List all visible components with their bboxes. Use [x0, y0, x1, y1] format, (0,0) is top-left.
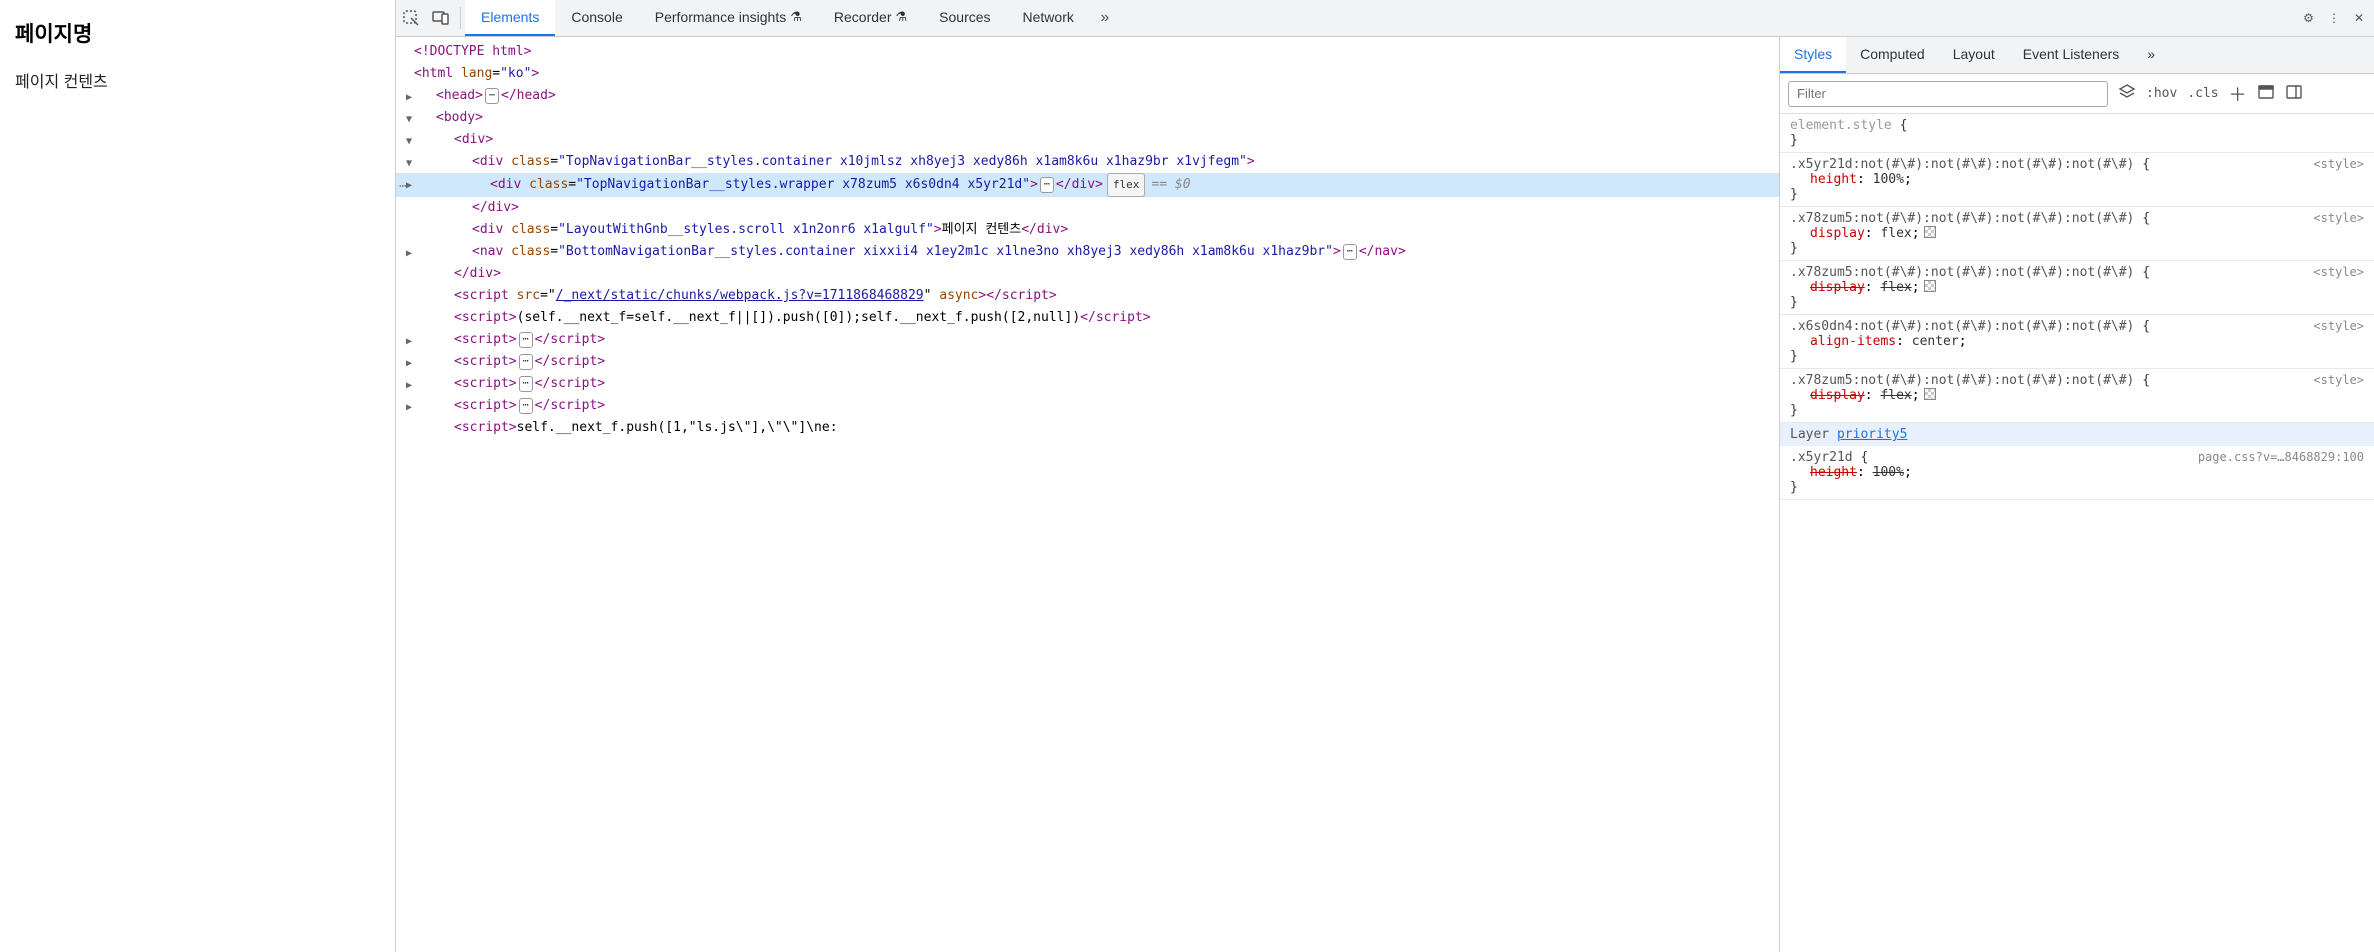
- ellipsis-badge[interactable]: ⋯: [485, 88, 499, 104]
- styles-rules[interactable]: element.style { } <style> .x5yr21d:not(#…: [1780, 114, 2374, 952]
- flex-swatch-icon[interactable]: [1924, 280, 1936, 292]
- flask-icon: ⚗: [790, 9, 802, 25]
- dom-node[interactable]: ▶<script>⋯</script>: [396, 395, 1779, 417]
- inspect-element-icon[interactable]: [396, 9, 426, 27]
- dom-node[interactable]: <html lang="ko">: [396, 63, 1779, 85]
- devtools-toolbar: Elements Console Performance insights⚗ R…: [396, 0, 2374, 37]
- style-rule[interactable]: <style> .x78zum5:not(#\#):not(#\#):not(#…: [1780, 207, 2374, 261]
- expand-arrow-icon[interactable]: ▶: [406, 175, 416, 197]
- tab-network[interactable]: Network: [1007, 0, 1090, 36]
- collapse-arrow-icon[interactable]: ▼: [406, 131, 416, 153]
- collapse-arrow-icon[interactable]: ▼: [406, 109, 416, 131]
- expand-arrow-icon[interactable]: ▶: [406, 331, 416, 353]
- styles-filter-input[interactable]: [1788, 81, 2108, 107]
- flex-swatch-icon[interactable]: [1924, 226, 1936, 238]
- computed-styles-sidebar-icon[interactable]: [2257, 83, 2275, 104]
- dom-node[interactable]: ▶<head>⋯</head>: [396, 85, 1779, 107]
- style-rule[interactable]: element.style { }: [1780, 114, 2374, 153]
- page-content-text: 페이지 컨텐츠: [15, 68, 380, 92]
- rule-source-link[interactable]: <style>: [2313, 265, 2364, 279]
- stab-styles[interactable]: Styles: [1780, 37, 1846, 73]
- dom-node[interactable]: </div>: [396, 263, 1779, 285]
- expand-arrow-icon[interactable]: ▶: [406, 375, 416, 397]
- more-tabs-icon[interactable]: »: [1090, 9, 1120, 27]
- tab-recorder[interactable]: Recorder⚗: [818, 0, 923, 36]
- expand-arrow-icon[interactable]: ▶: [406, 353, 416, 375]
- tab-performance-insights[interactable]: Performance insights⚗: [639, 0, 818, 36]
- dom-node[interactable]: </div>: [396, 197, 1779, 219]
- ellipsis-badge[interactable]: ⋯: [1040, 177, 1054, 193]
- styles-tabbar: Styles Computed Layout Event Listeners »: [1780, 37, 2374, 74]
- layer-link[interactable]: priority5: [1837, 427, 1907, 442]
- expand-arrow-icon[interactable]: ▶: [406, 243, 416, 265]
- dom-node[interactable]: <!DOCTYPE html>: [396, 41, 1779, 63]
- flask-icon: ⚗: [896, 9, 908, 25]
- page-title: 페이지명: [15, 18, 380, 48]
- stab-event-listeners[interactable]: Event Listeners: [2009, 37, 2134, 73]
- page-viewport: 페이지명 페이지 컨텐츠: [0, 0, 395, 952]
- layer-row[interactable]: Layer priority5: [1780, 423, 2374, 446]
- dom-node[interactable]: ▼<div class="TopNavigationBar__styles.co…: [396, 151, 1779, 173]
- ellipsis-badge[interactable]: ⋯: [1343, 244, 1357, 260]
- cls-toggle[interactable]: .cls: [2187, 86, 2218, 101]
- tab-sources[interactable]: Sources: [923, 0, 1006, 36]
- device-toolbar-icon[interactable]: [426, 9, 456, 27]
- rule-source-link[interactable]: page.css?v=…8468829:100: [2198, 450, 2364, 464]
- eq-dollar-zero: == $0: [1151, 177, 1190, 192]
- dom-node[interactable]: ▶<script>⋯</script>: [396, 373, 1779, 395]
- collapse-arrow-icon[interactable]: ▼: [406, 153, 416, 175]
- dom-node[interactable]: ▼<body>: [396, 107, 1779, 129]
- toggle-sidebar-icon[interactable]: [2285, 83, 2303, 104]
- close-icon[interactable]: ✕: [2354, 11, 2364, 25]
- style-rule[interactable]: <style> .x78zum5:not(#\#):not(#\#):not(#…: [1780, 261, 2374, 315]
- hov-toggle[interactable]: :hov: [2146, 86, 2177, 101]
- rule-source-link[interactable]: <style>: [2313, 211, 2364, 225]
- dom-node[interactable]: ▼<div>: [396, 129, 1779, 151]
- flex-badge[interactable]: flex: [1107, 173, 1146, 197]
- kebab-menu-icon[interactable]: ⋮: [2328, 11, 2340, 25]
- dom-node[interactable]: <script>self.__next_f.push([1,"ls.js\"],…: [396, 417, 1779, 439]
- dom-node[interactable]: <script>(self.__next_f=self.__next_f||[]…: [396, 307, 1779, 329]
- stab-computed[interactable]: Computed: [1846, 37, 1939, 73]
- styles-panel: Styles Computed Layout Event Listeners »…: [1779, 37, 2374, 952]
- style-rule[interactable]: <style> .x5yr21d:not(#\#):not(#\#):not(#…: [1780, 153, 2374, 207]
- rule-source-link[interactable]: <style>: [2313, 157, 2364, 171]
- ellipsis-badge[interactable]: ⋯: [519, 354, 533, 370]
- ellipsis-badge[interactable]: ⋯: [519, 376, 533, 392]
- dom-node[interactable]: <div class="LayoutWithGnb__styles.scroll…: [396, 219, 1779, 241]
- new-style-rule-icon[interactable]: ＋: [2229, 81, 2247, 107]
- flex-swatch-icon[interactable]: [1924, 388, 1936, 400]
- rule-source-link[interactable]: <style>: [2313, 373, 2364, 387]
- dom-node[interactable]: ▶<nav class="BottomNavigationBar__styles…: [396, 241, 1779, 263]
- dom-node[interactable]: <script src="/_next/static/chunks/webpac…: [396, 285, 1779, 307]
- style-rule[interactable]: page.css?v=…8468829:100 .x5yr21d { heigh…: [1780, 446, 2374, 500]
- styles-toolbar: :hov .cls ＋: [1780, 74, 2374, 114]
- style-rule[interactable]: <style> .x6s0dn4:not(#\#):not(#\#):not(#…: [1780, 315, 2374, 369]
- devtools: Elements Console Performance insights⚗ R…: [395, 0, 2374, 952]
- more-tabs-icon[interactable]: »: [2133, 37, 2169, 73]
- dom-node[interactable]: ▶<script>⋯</script>: [396, 351, 1779, 373]
- gear-icon[interactable]: ⚙: [2303, 11, 2314, 25]
- style-rule[interactable]: <style> .x78zum5:not(#\#):not(#\#):not(#…: [1780, 369, 2374, 423]
- tab-console[interactable]: Console: [555, 0, 638, 36]
- stab-layout[interactable]: Layout: [1939, 37, 2009, 73]
- expand-arrow-icon[interactable]: ▶: [406, 87, 416, 109]
- dom-node-selected[interactable]: ⋯▶<div class="TopNavigationBar__styles.w…: [396, 173, 1779, 197]
- script-src-link[interactable]: /_next/static/chunks/webpack.js?v=171186…: [556, 288, 924, 303]
- ellipsis-badge[interactable]: ⋯: [519, 332, 533, 348]
- layers-icon[interactable]: [2118, 83, 2136, 104]
- expand-arrow-icon[interactable]: ▶: [406, 397, 416, 419]
- dom-node[interactable]: ▶<script>⋯</script>: [396, 329, 1779, 351]
- tab-elements[interactable]: Elements: [465, 0, 555, 36]
- rule-source-link[interactable]: <style>: [2313, 319, 2364, 333]
- elements-tree[interactable]: <!DOCTYPE html> <html lang="ko"> ▶<head>…: [396, 37, 1779, 952]
- ellipsis-badge[interactable]: ⋯: [519, 398, 533, 414]
